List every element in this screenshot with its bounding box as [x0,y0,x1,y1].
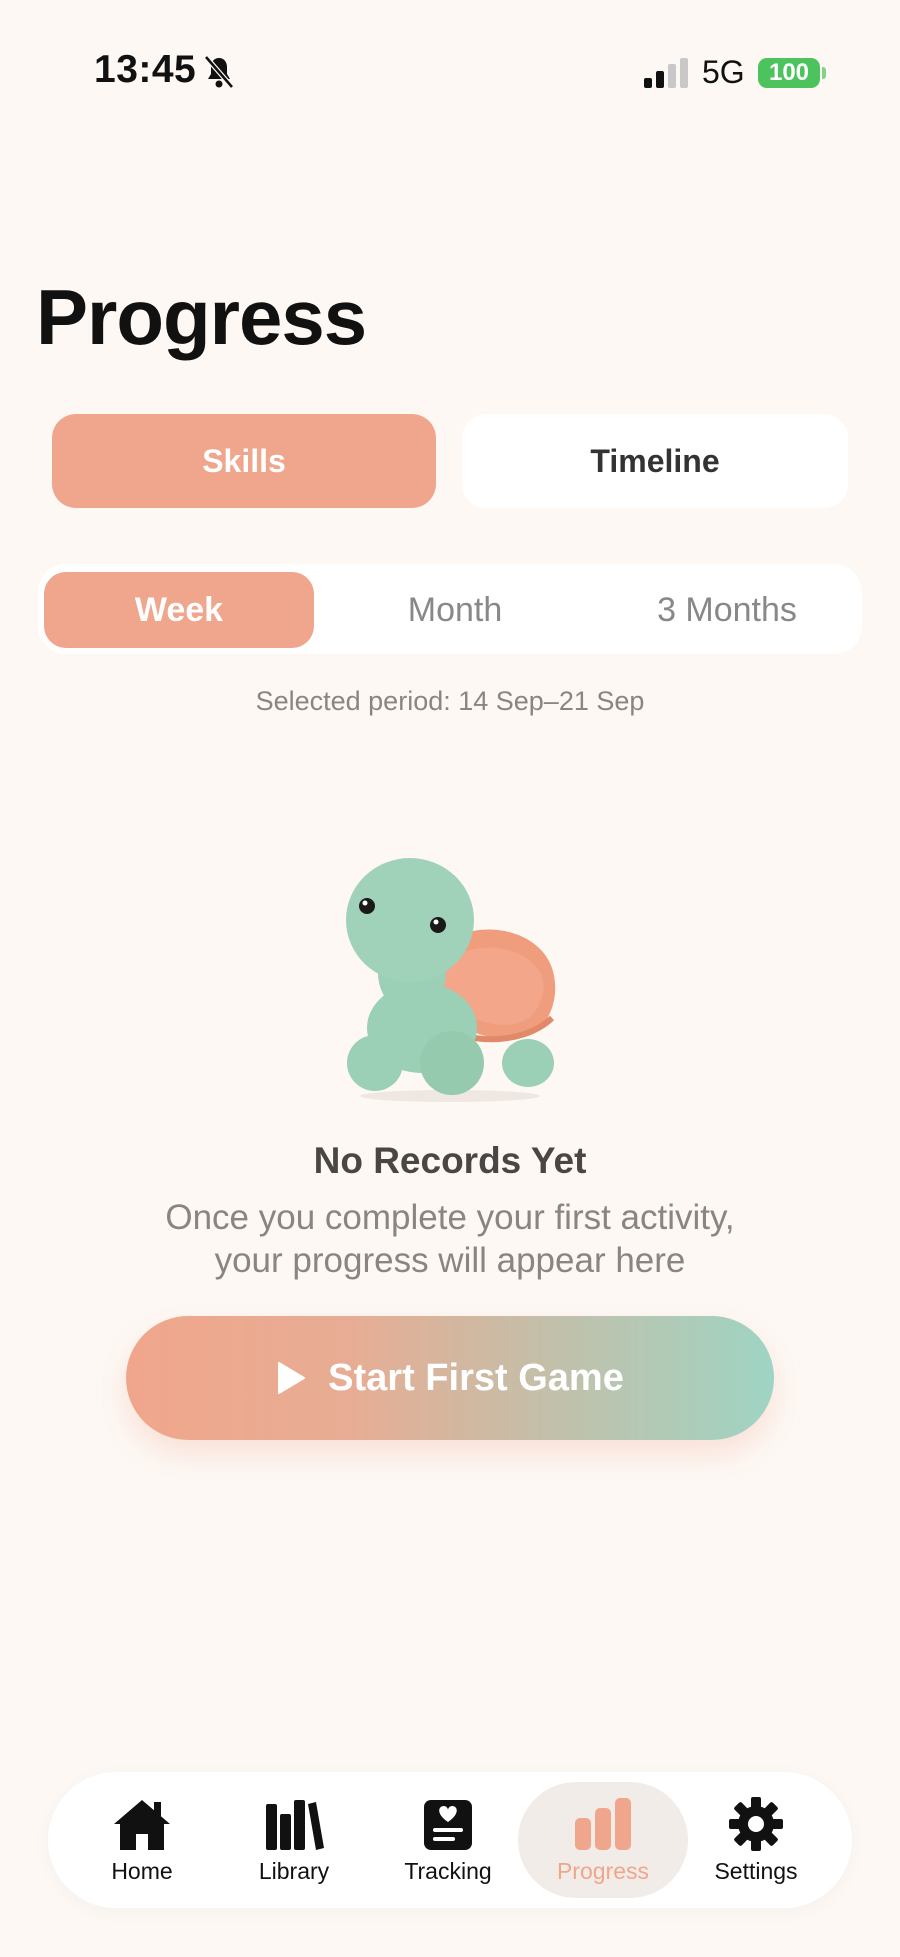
library-icon [266,1799,324,1850]
period-segmented-control: Week Month 3 Months [38,564,862,654]
view-segmented-control: Skills Timeline [52,414,848,510]
tab-tracking-label: Tracking [404,1857,492,1884]
battery-tip [822,67,826,79]
tab-library[interactable]: Library [244,1772,344,1908]
bottom-tab-bar: Home Library Tracking Progress Settings [48,1772,852,1908]
network-type: 5G [702,54,745,90]
signal-icon [644,58,688,88]
home-icon [114,1799,170,1850]
status-bar: 13:45 5G 100 [0,0,900,150]
month-option[interactable]: Month [330,572,580,648]
status-time: 13:45 [94,48,197,91]
battery-icon: 100 [758,58,820,88]
start-first-game-button[interactable]: Start First Game [126,1316,774,1440]
empty-state-title: No Records Yet [313,1140,587,1181]
turtle-mascot-illustration [346,858,556,1102]
tab-tracking[interactable]: Tracking [398,1772,498,1908]
tab-progress-label: Progress [556,1857,650,1884]
tab-settings[interactable]: Settings [706,1772,806,1908]
selected-period-label: Selected period: 14 Sep–21 Sep [255,686,645,716]
week-option[interactable]: Week [44,572,314,648]
empty-state-message: Once you complete your first activity, y… [100,1196,800,1282]
start-first-game-label: Start First Game [328,1356,624,1399]
tab-progress[interactable]: Progress [553,1772,653,1908]
three-months-option[interactable]: 3 Months [598,572,856,648]
empty-state-line-1: Once you complete your first activity, [165,1198,735,1237]
play-icon [278,1362,306,1394]
bell-off-icon [204,55,234,89]
empty-state-line-2: your progress will appear here [214,1241,686,1280]
skills-tab[interactable]: Skills [52,414,436,508]
tab-home[interactable]: Home [92,1772,192,1908]
page-title: Progress [36,273,367,361]
tab-settings-label: Settings [714,1857,798,1884]
gear-icon [729,1796,783,1851]
tab-home-label: Home [111,1857,173,1884]
timeline-tab[interactable]: Timeline [462,414,848,508]
bar-chart-icon [575,1797,631,1850]
tracking-icon [424,1799,472,1850]
tab-library-label: Library [258,1857,330,1884]
